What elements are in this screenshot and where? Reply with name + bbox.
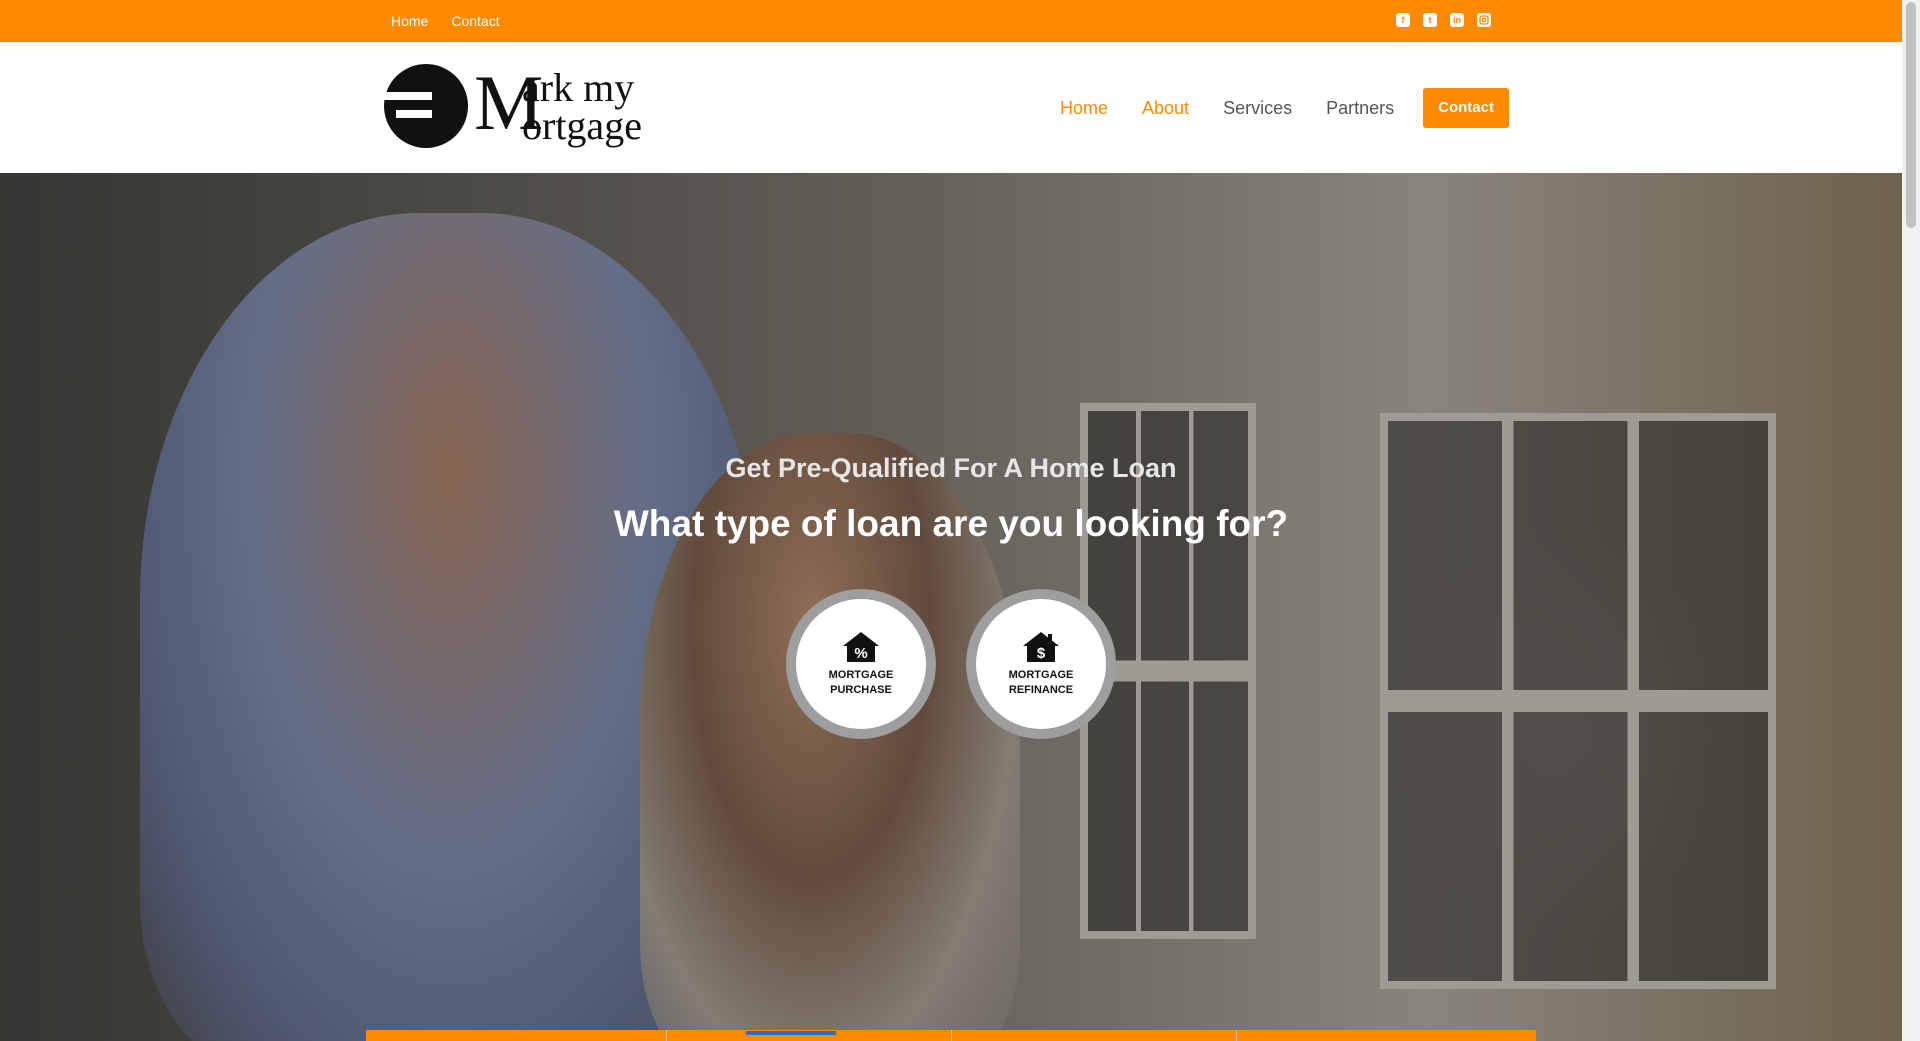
top-link-home[interactable]: Home <box>391 13 428 29</box>
instagram-icon[interactable] <box>1477 13 1491 27</box>
hero-section: Get Pre-Qualified For A Home Loan What t… <box>0 173 1902 1041</box>
main-nav: Home About Services Partners Contact <box>1060 88 1509 128</box>
mortgage-purchase-button[interactable]: % MORTGAGE PURCHASE <box>786 589 936 739</box>
top-bar: Home Contact f t in <box>0 0 1902 42</box>
scrollbar-thumb[interactable] <box>1906 2 1916 228</box>
house-percent-icon: % <box>843 632 879 662</box>
mortgage-purchase-label: MORTGAGE PURCHASE <box>828 669 894 696</box>
hero-overlay <box>0 173 1902 1041</box>
svg-text:$: $ <box>1037 645 1046 662</box>
active-tab-indicator <box>746 1031 836 1035</box>
mortgage-refinance-button[interactable]: $ MORTGAGE REFINANCE <box>966 589 1116 739</box>
site-logo[interactable]: M ark my ortgage <box>382 62 672 152</box>
logo-line-2: ortgage <box>522 103 642 148</box>
svg-text:%: % <box>854 645 867 662</box>
contact-button[interactable]: Contact <box>1423 88 1509 128</box>
facebook-icon[interactable]: f <box>1396 13 1410 27</box>
page-scrollbar[interactable] <box>1902 0 1920 1041</box>
hero-title: What type of loan are you looking for? <box>613 503 1289 544</box>
logo-mark-icon <box>382 64 468 148</box>
top-links: Home Contact <box>391 0 500 42</box>
mortgage-refinance-label: MORTGAGE REFINANCE <box>1008 669 1074 696</box>
nav-item-partners[interactable]: Partners <box>1326 98 1394 119</box>
feature-tabs-bar <box>366 1030 1536 1041</box>
site-header: M ark my ortgage Home About Services Par… <box>0 42 1902 173</box>
social-links: f t in <box>1396 13 1491 27</box>
twitter-icon[interactable]: t <box>1423 13 1437 27</box>
hero-subtitle: Get Pre-Qualified For A Home Loan <box>725 453 1177 483</box>
nav-item-services[interactable]: Services <box>1223 98 1292 119</box>
nav-item-home[interactable]: Home <box>1060 98 1108 119</box>
linkedin-icon[interactable]: in <box>1450 13 1464 27</box>
house-dollar-icon: $ <box>1023 632 1059 662</box>
logo-line-1: ark my <box>522 65 635 110</box>
nav-item-about[interactable]: About <box>1142 98 1189 119</box>
top-link-contact[interactable]: Contact <box>451 13 499 29</box>
